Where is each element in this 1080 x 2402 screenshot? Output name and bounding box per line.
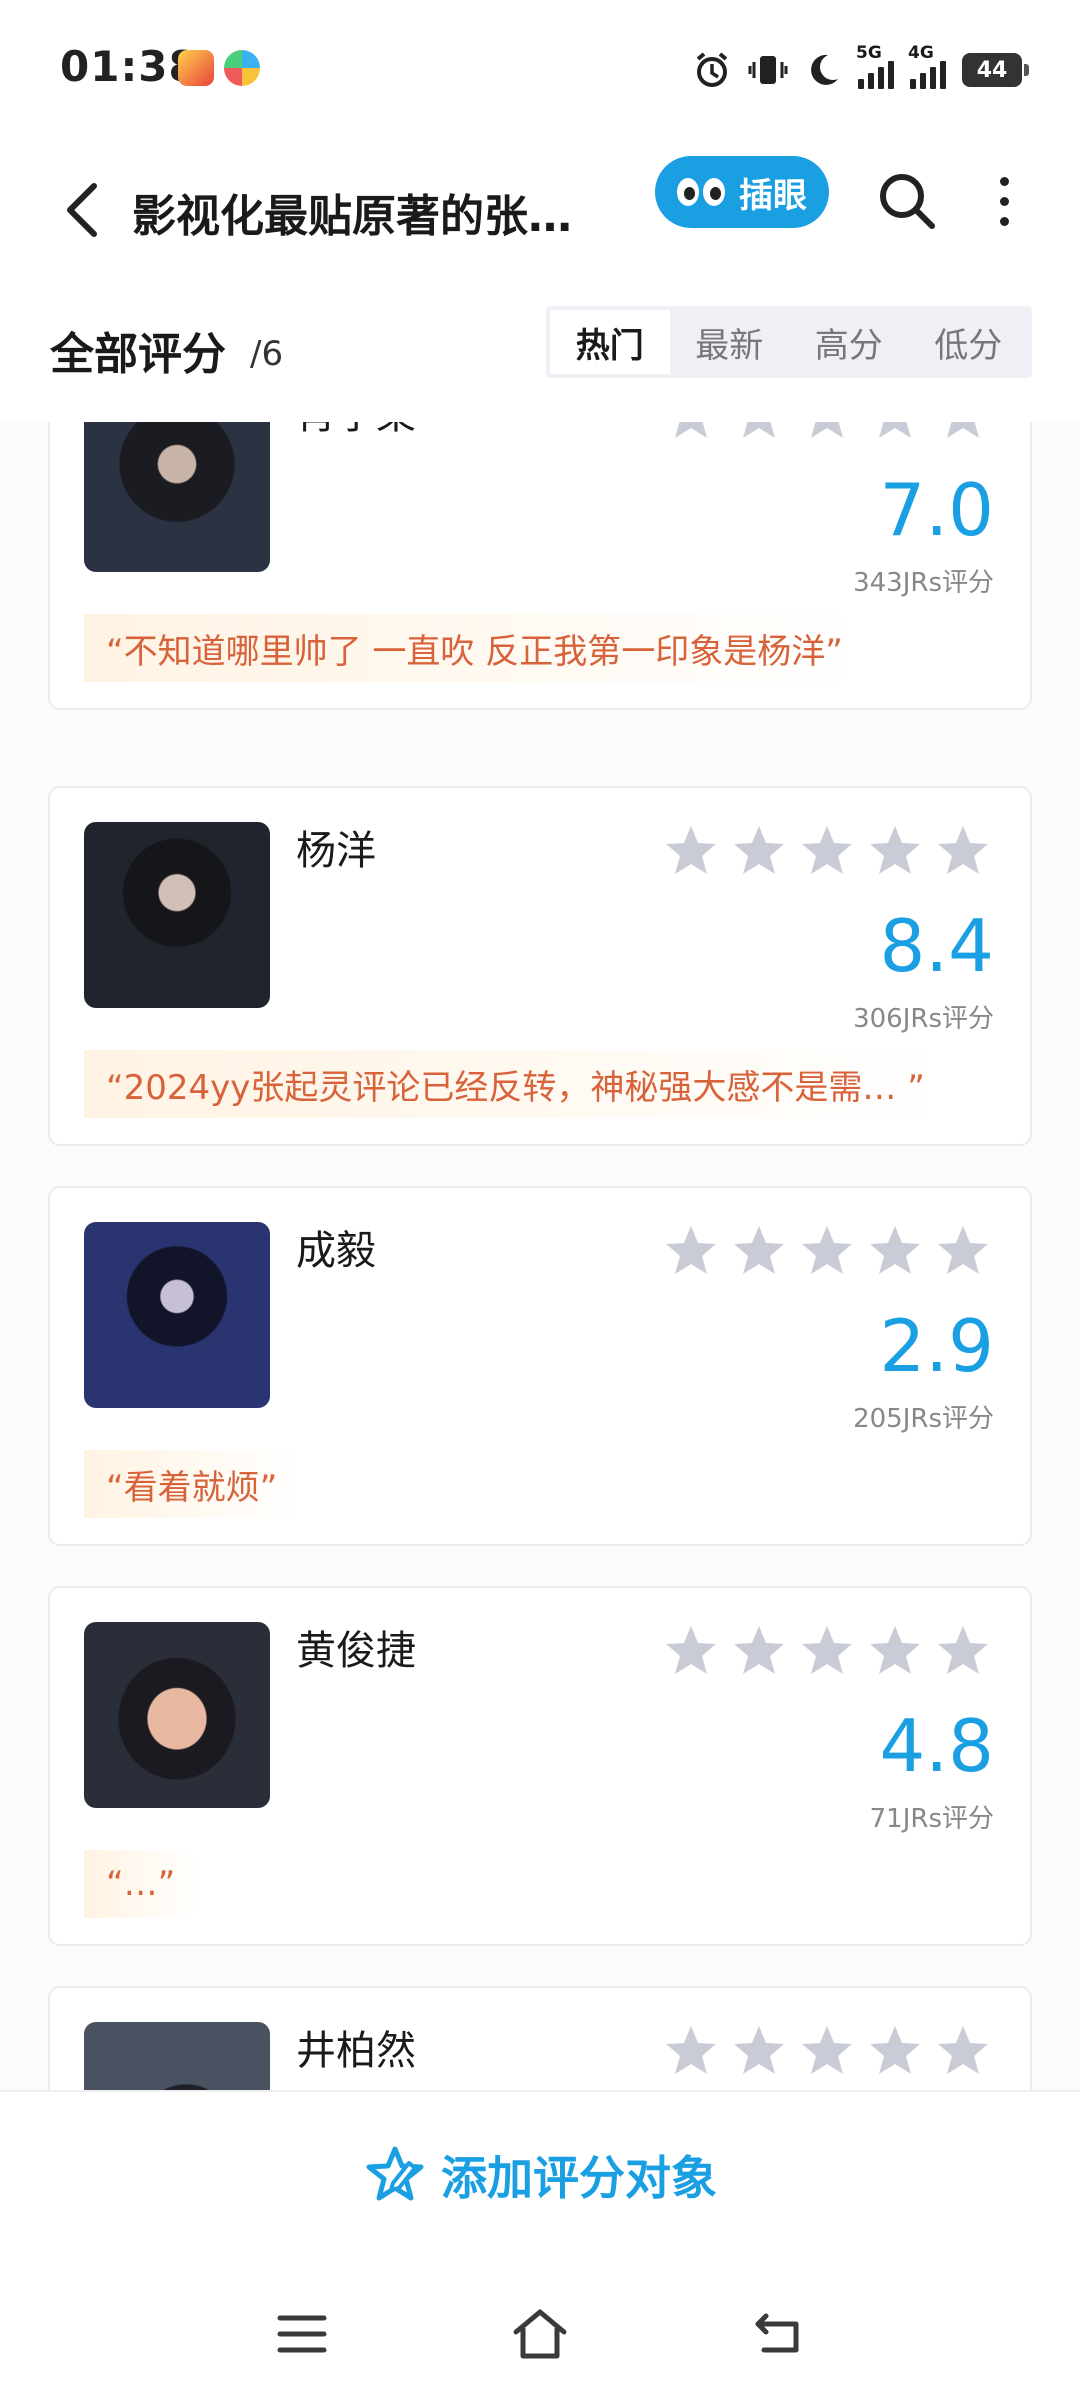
- star-icon[interactable]: [866, 422, 924, 444]
- status-icons: 5G 4G 44: [692, 43, 1029, 92]
- rating-count: 205JRs评分: [853, 1404, 994, 1434]
- star-icon[interactable]: [798, 2022, 856, 2080]
- rating-count: 71JRs评分: [869, 1804, 994, 1834]
- tab-hot[interactable]: 热门: [550, 310, 670, 374]
- back-icon[interactable]: [56, 170, 116, 250]
- rating-score: 7.0: [879, 468, 994, 552]
- rating-score: 4.8: [879, 1704, 994, 1788]
- status-bar: 01:38 5G 4G 44: [0, 0, 1080, 140]
- star-icon[interactable]: [934, 422, 992, 444]
- add-rating-target-button[interactable]: 添加评分对象: [0, 2130, 1080, 2220]
- rating-name: 成毅: [296, 1228, 376, 1274]
- rating-count: 306JRs评分: [853, 1004, 994, 1034]
- star-rating[interactable]: [662, 2022, 992, 2080]
- star-icon[interactable]: [730, 2022, 788, 2080]
- alarm-icon: [696, 52, 728, 87]
- star-icon[interactable]: [662, 822, 720, 880]
- rating-card[interactable]: 肖宇梁 7.0 343JRs评分 “不知道哪里帅了 一直吹 反正我第一印象是杨洋…: [48, 422, 1032, 710]
- star-icon[interactable]: [866, 822, 924, 880]
- avatar: [84, 1222, 270, 1408]
- rating-score: 2.9: [879, 1304, 994, 1388]
- star-icon[interactable]: [730, 1222, 788, 1280]
- star-icon[interactable]: [798, 822, 856, 880]
- top-bar: 影视化最贴原著的张… 插眼: [0, 140, 1080, 280]
- rating-card[interactable]: 井柏然: [48, 1986, 1032, 2090]
- signal-4g-icon: 4G: [908, 43, 946, 89]
- star-icon[interactable]: [934, 1622, 992, 1680]
- star-icon[interactable]: [662, 1622, 720, 1680]
- bookmark-button[interactable]: 插眼: [655, 156, 829, 228]
- rating-card[interactable]: 成毅 2.9 205JRs评分 “看着就烦”: [48, 1186, 1032, 1546]
- rating-name: 黄俊捷: [296, 1628, 416, 1674]
- star-icon[interactable]: [934, 822, 992, 880]
- star-rating[interactable]: [662, 822, 992, 880]
- star-icon[interactable]: [866, 1622, 924, 1680]
- star-rating[interactable]: [662, 1222, 992, 1280]
- star-icon[interactable]: [798, 1222, 856, 1280]
- top-comment[interactable]: “2024yy张起灵评论已经反转，神秘强大感不是需… ”: [84, 1050, 947, 1118]
- rating-card[interactable]: 杨洋 8.4 306JRs评分 “2024yy张起灵评论已经反转，神秘强大感不是…: [48, 786, 1032, 1146]
- home-icon: [513, 2309, 567, 2359]
- avatar: [84, 422, 270, 572]
- star-icon[interactable]: [798, 422, 856, 444]
- moon-icon: [811, 54, 838, 85]
- star-icon[interactable]: [730, 822, 788, 880]
- bookmark-button-label: 插眼: [739, 175, 807, 216]
- avatar: [84, 2022, 270, 2090]
- tab-latest[interactable]: 最新: [670, 310, 790, 374]
- home-nav-button[interactable]: [508, 2302, 572, 2366]
- menu-icon: [277, 2315, 327, 2353]
- return-icon: [755, 2313, 799, 2353]
- star-icon[interactable]: [730, 1622, 788, 1680]
- menu-nav-button[interactable]: [270, 2302, 334, 2366]
- star-icon[interactable]: [866, 1222, 924, 1280]
- more-options-icon[interactable]: [986, 166, 1022, 236]
- rating-score: 8.4: [879, 904, 994, 988]
- back-nav-button[interactable]: [748, 2302, 812, 2366]
- star-icon[interactable]: [866, 2022, 924, 2080]
- signal-5g-icon: 5G: [856, 43, 894, 89]
- rating-name: 杨洋: [296, 828, 376, 874]
- ratings-list[interactable]: 肖宇梁 7.0 343JRs评分 “不知道哪里帅了 一直吹 反正我第一印象是杨洋…: [0, 422, 1080, 2090]
- star-icon[interactable]: [934, 1222, 992, 1280]
- star-icon[interactable]: [730, 422, 788, 444]
- top-comment[interactable]: “看着就烦”: [84, 1450, 300, 1518]
- star-edit-icon: [366, 2146, 424, 2201]
- all-ratings-count: /6: [250, 334, 284, 374]
- search-icon[interactable]: [872, 166, 942, 236]
- avatar: [84, 1622, 270, 1808]
- tab-low-score[interactable]: 低分: [909, 310, 1029, 374]
- battery-icon: 44: [962, 53, 1029, 87]
- rating-name: 井柏然: [296, 2028, 416, 2074]
- sort-tabs: 热门 最新 高分 低分: [546, 306, 1032, 378]
- add-rating-target-label: 添加评分对象: [441, 2151, 717, 2205]
- star-icon[interactable]: [934, 2022, 992, 2080]
- avatar: [84, 822, 270, 1008]
- bottom-bar: 添加评分对象: [0, 2090, 1080, 2402]
- vibrate-icon: [748, 56, 788, 84]
- all-ratings-title: 全部评分: [50, 329, 226, 380]
- rating-name: 肖宇梁: [296, 422, 416, 440]
- eyes-icon: [677, 178, 725, 206]
- star-rating[interactable]: [662, 1622, 992, 1680]
- page-title: 影视化最贴原著的张…: [132, 191, 572, 242]
- star-icon[interactable]: [798, 1622, 856, 1680]
- star-icon[interactable]: [662, 2022, 720, 2080]
- star-icon[interactable]: [662, 1222, 720, 1280]
- star-icon[interactable]: [662, 422, 720, 444]
- top-comment[interactable]: “…”: [84, 1850, 198, 1918]
- ratings-filter-row: 全部评分 /6 热门 最新 高分 低分: [0, 300, 1080, 400]
- weibo-app-icon: [178, 50, 214, 86]
- tab-high-score[interactable]: 高分: [789, 310, 909, 374]
- rating-count: 343JRs评分: [853, 568, 994, 598]
- app-notification-icon: [224, 50, 260, 86]
- top-comment[interactable]: “不知道哪里帅了 一直吹 反正我第一印象是杨洋”: [84, 614, 865, 682]
- star-rating[interactable]: [662, 422, 992, 444]
- rating-card[interactable]: 黄俊捷 4.8 71JRs评分 “…”: [48, 1586, 1032, 1946]
